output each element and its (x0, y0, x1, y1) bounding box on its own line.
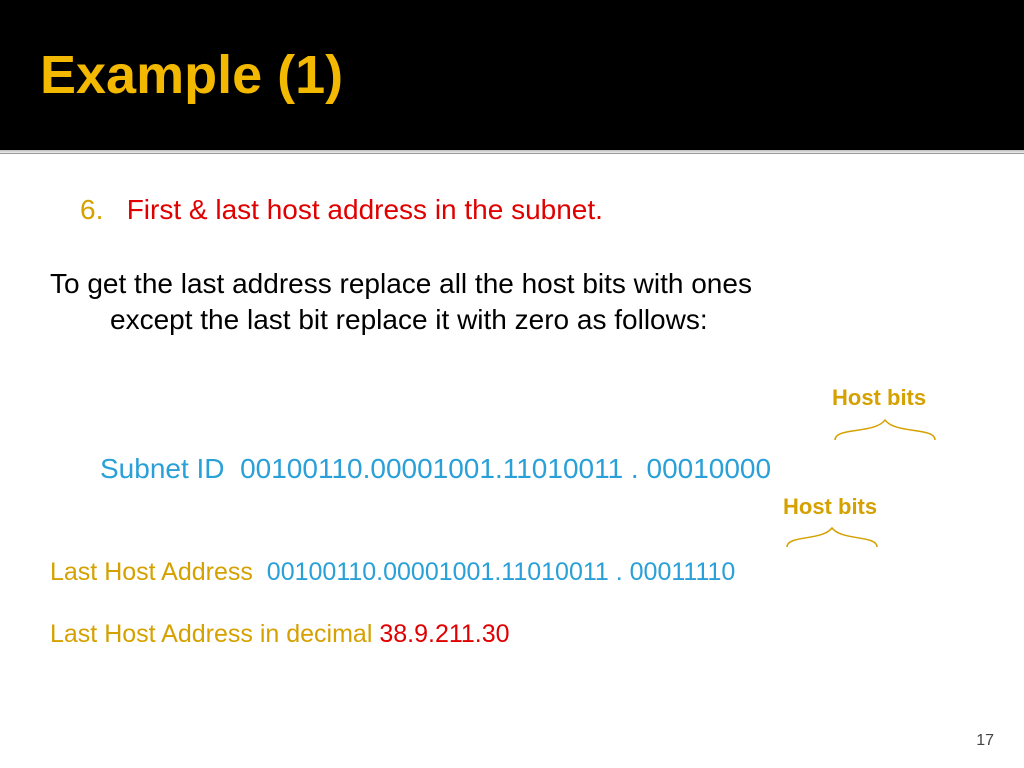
decimal-value: 38.9.211.30 (379, 620, 509, 648)
subnet-trail: 0000 (709, 453, 771, 484)
brace-icon-2 (782, 521, 882, 549)
slide: Example (1) 6. First & last host address… (0, 0, 1024, 768)
slide-title: Example (1) (40, 44, 343, 106)
slide-body: 6. First & last host address in the subn… (0, 154, 1024, 339)
list-item-6: 6. First & last host address in the subn… (80, 194, 974, 226)
lasthost-bits: 00100110.00001001.11010011 . 0001 (267, 558, 684, 586)
decimal-label: Last Host Address in decimal (50, 620, 372, 648)
brace-icon-1 (830, 412, 940, 442)
last-host-line: Last Host Address 00100110.00001001.1101… (50, 558, 735, 587)
hostbits-label-1: Host bits (832, 385, 926, 411)
decimal-line: Last Host Address in decimal 38.9.211.30 (50, 620, 510, 649)
lasthost-trail: 1110 (683, 558, 735, 586)
title-bar: Example (1) (0, 0, 1024, 150)
hostbits-label-2: Host bits (783, 494, 877, 520)
subnet-label: Subnet ID (100, 453, 225, 484)
subnet-id-line: Subnet ID 00100110.00001001.11010011 . 0… (100, 453, 771, 485)
para-line-1: To get the last address replace all the … (50, 268, 752, 299)
list-number: 6. (80, 194, 103, 225)
para-line-2: except the last bit replace it with zero… (50, 302, 974, 338)
list-text: First & last host address in the subnet. (127, 194, 603, 225)
subnet-bits: 00100110.00001001.11010011 . 0001 (240, 453, 709, 484)
lasthost-label: Last Host Address (50, 558, 253, 586)
paragraph: To get the last address replace all the … (50, 266, 974, 339)
page-number: 17 (976, 732, 994, 750)
